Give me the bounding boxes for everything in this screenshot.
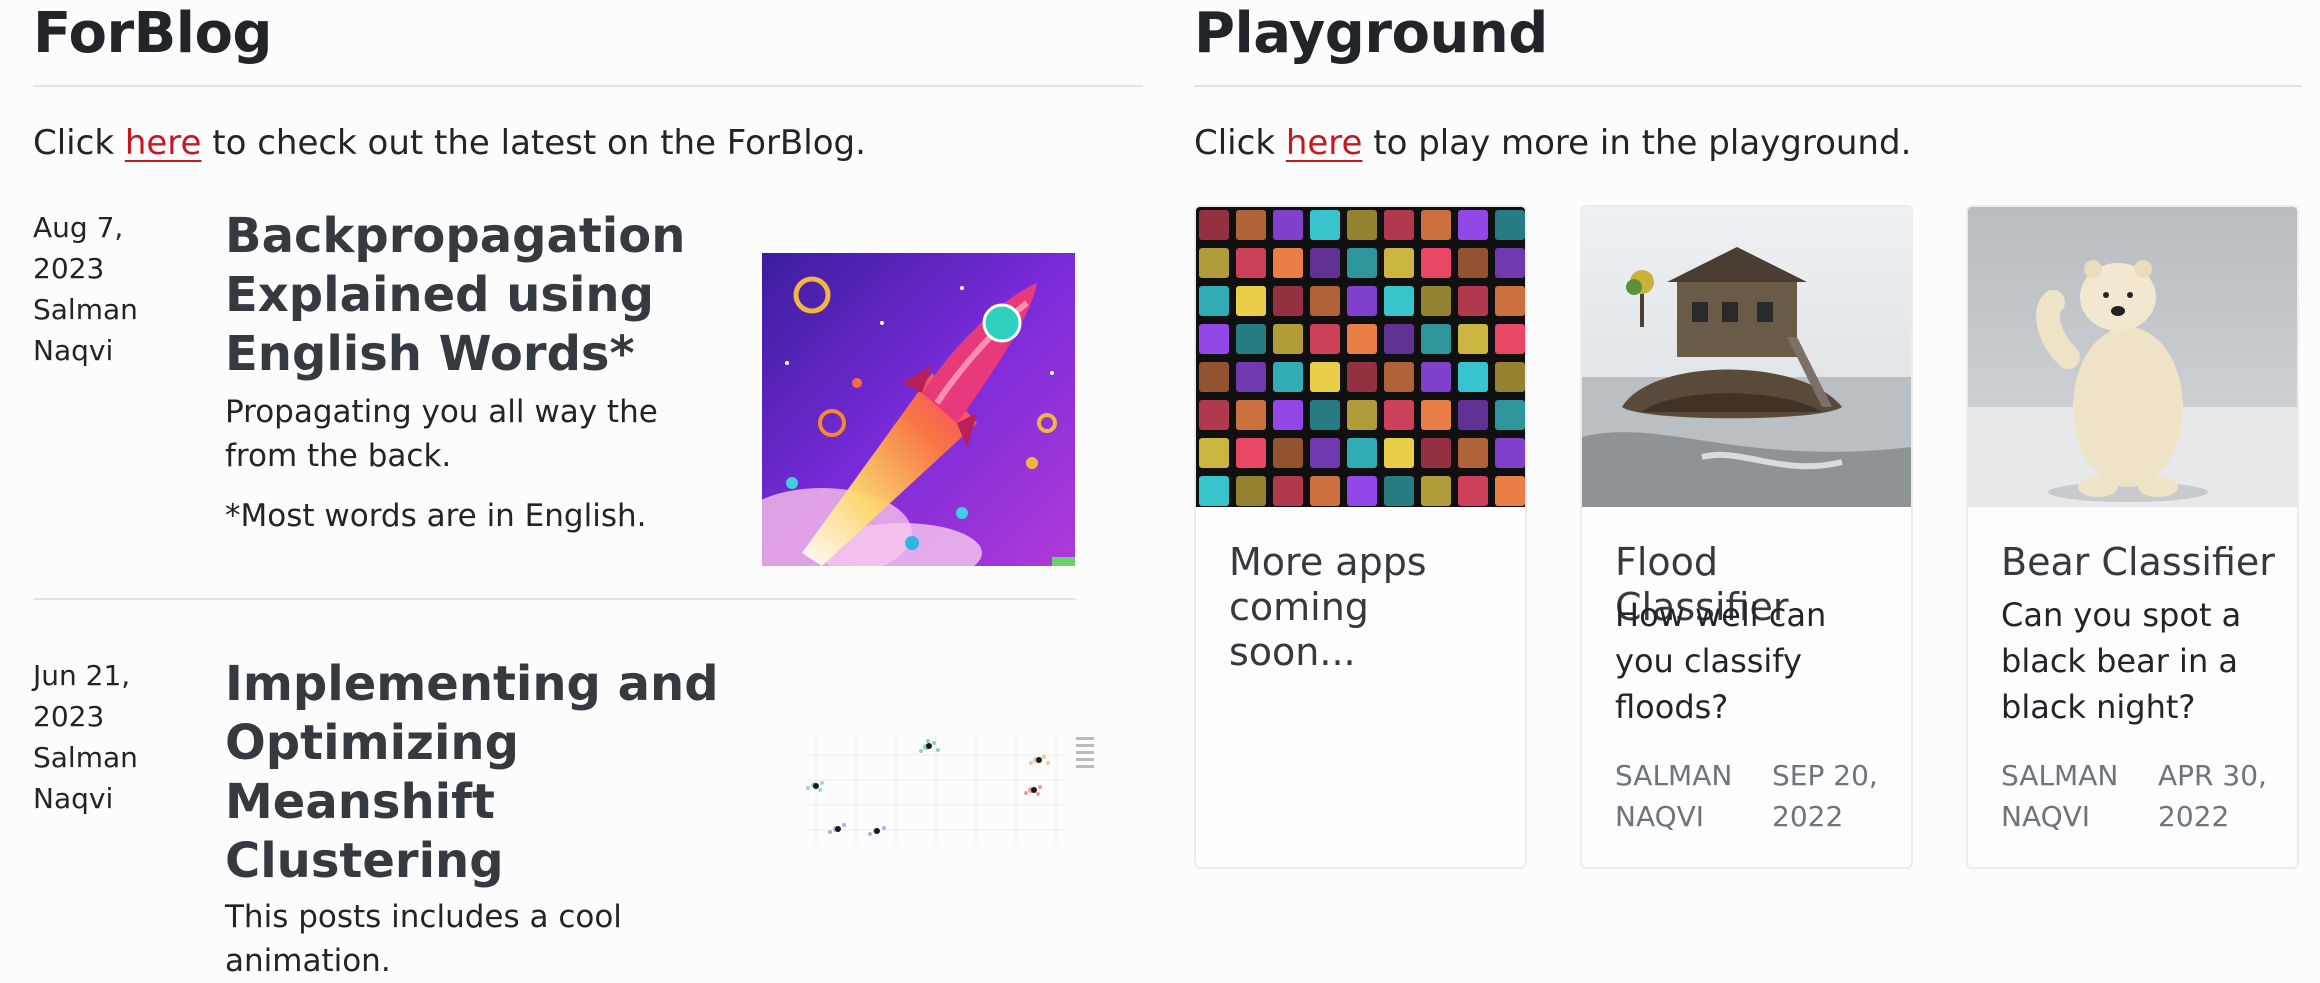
card-title[interactable]: More apps coming soon... xyxy=(1229,540,1489,675)
post-date: Jun 21, 2023 xyxy=(33,659,131,733)
post-thumbnail-rocket[interactable] xyxy=(732,253,1075,583)
card-title[interactable]: Bear Classifier xyxy=(2001,540,2281,585)
playground-card-flood-classifier[interactable]: Flood Classifier How well can you classi… xyxy=(1580,205,1913,869)
post-description: This posts includes a cool animation. xyxy=(225,899,622,979)
card-image-cubes xyxy=(1196,207,1525,507)
post-note: *Most words are in English. xyxy=(225,498,647,534)
card-date: APR 30, 2022 xyxy=(2158,759,2267,833)
post-author: Salman Naqvi xyxy=(33,293,138,367)
forblog-intro: Click here to check out the latest on th… xyxy=(33,117,866,169)
card-author: SALMAN NAQVI xyxy=(1615,759,1733,833)
card-description: How well can you classify floods? xyxy=(1615,596,1827,726)
blog-post-backpropagation[interactable]: Aug 7, 2023 Salman Naqvi Backpropagation… xyxy=(33,207,1076,583)
playground-card-coming-soon[interactable]: More apps coming soon... xyxy=(1194,205,1527,869)
card-image-flood xyxy=(1582,207,1911,507)
playground-section: Playground Click here to play more in th… xyxy=(1194,0,2302,869)
playground-intro-suffix: to play more in the playground. xyxy=(1373,123,1912,163)
post-title[interactable]: Implementing and Optimizing Meanshift Cl… xyxy=(225,655,745,891)
card-author: SALMAN NAQVI xyxy=(2001,759,2119,833)
card-image-polar-bear xyxy=(1968,207,2297,507)
post-meta: Aug 7, 2023 Salman Naqvi xyxy=(33,207,173,371)
forblog-section: ForBlog Click here to check out the late… xyxy=(33,0,1143,979)
post-meta: Jun 21, 2023 Salman Naqvi xyxy=(33,655,173,819)
post-thumbnail-clusters[interactable] xyxy=(776,725,1106,865)
card-date: SEP 20, 2022 xyxy=(1772,759,1878,833)
playground-here-link[interactable]: here xyxy=(1286,123,1363,163)
card-description: Can you spot a black bear in a black nig… xyxy=(2001,596,2242,726)
post-description: Propagating you all way the from the bac… xyxy=(225,394,658,474)
playground-intro: Click here to play more in the playgroun… xyxy=(1194,117,1911,169)
blog-post-meanshift[interactable]: Jun 21, 2023 Salman Naqvi Implementing a… xyxy=(33,655,1106,979)
forblog-here-link[interactable]: here xyxy=(125,123,202,163)
forblog-intro-suffix: to check out the latest on the ForBlog. xyxy=(212,123,866,163)
forblog-intro-prefix: Click xyxy=(33,123,115,163)
post-date: Aug 7, 2023 xyxy=(33,211,124,285)
post-title[interactable]: Backpropagation Explained using English … xyxy=(225,207,745,384)
playground-intro-prefix: Click xyxy=(1194,123,1276,163)
playground-heading: Playground xyxy=(1194,0,2302,87)
post-divider xyxy=(33,598,1076,600)
playground-card-bear-classifier[interactable]: Bear Classifier Can you spot a black bea… xyxy=(1966,205,2299,869)
forblog-heading: ForBlog xyxy=(33,0,1143,87)
post-author: Salman Naqvi xyxy=(33,741,138,815)
